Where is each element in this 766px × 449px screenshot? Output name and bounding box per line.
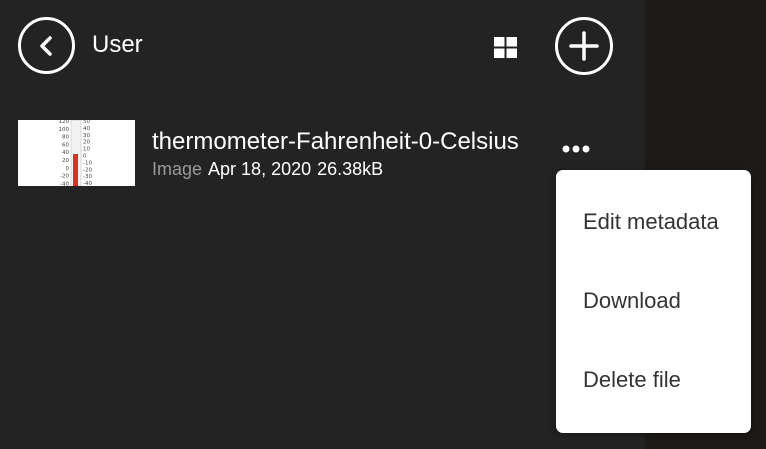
thumbnail-fahrenheit-label: 60 — [62, 142, 69, 148]
add-button[interactable] — [555, 17, 613, 75]
thumbnail-fahrenheit-label: -20 — [60, 174, 69, 180]
menu-item-delete-file[interactable]: Delete file — [556, 340, 751, 419]
back-button[interactable] — [18, 17, 75, 74]
plus-icon — [569, 31, 599, 61]
more-options-button[interactable] — [558, 137, 594, 161]
thumbnail-celsius-label: 20 — [83, 140, 90, 146]
thumbnail-fahrenheit-label: 120 — [59, 120, 70, 125]
file-list-item[interactable]: 120 100 80 60 40 20 0 -20 -40 50 40 30 20 10 0 -10 -20-… — [18, 120, 608, 186]
file-type: Image — [152, 159, 203, 179]
thumbnail-fahrenheit-label: 80 — [62, 135, 69, 141]
thumbnail-celsius-label: 10 — [83, 147, 90, 153]
thumbnail-celsius-label: 30 — [83, 133, 90, 139]
thermometer-thumbnail-image: 120100806040200-20-40 50403020100-10-20-… — [18, 120, 135, 186]
thumbnail-celsius-label: -40 — [83, 181, 92, 186]
file-size: 26.38kB — [317, 159, 384, 179]
page-title: User — [92, 31, 143, 58]
thumbnail-celsius-label: 0 — [83, 154, 87, 160]
thumbnail-celsius-label: 40 — [83, 126, 90, 132]
thumbnail-celsius-label: -20 — [83, 167, 92, 173]
file-browser-panel: User 120 100 80 60 40 20 0 -20 -40 50 40 30 20 10 0 -1… — [0, 0, 645, 449]
thumbnail-fahrenheit-label: 100 — [59, 127, 70, 133]
more-horizontal-icon — [562, 145, 590, 153]
thumbnail-celsius-label: 50 — [83, 120, 90, 125]
grid-view-icon — [494, 37, 517, 58]
thumbnail-fahrenheit-label: 0 — [66, 166, 70, 172]
menu-item-download[interactable]: Download — [556, 261, 751, 340]
file-context-menu: Edit metadata Download Delete file — [556, 170, 751, 433]
chevron-left-icon — [39, 35, 52, 56]
thumbnail-celsius-label: -30 — [83, 174, 92, 180]
file-date: Apr 18, 2020 — [208, 159, 312, 179]
file-meta: Image Apr 18, 2020 26.38kB — [152, 158, 383, 180]
thumbnail-fahrenheit-label: 40 — [62, 150, 69, 156]
file-thumbnail: 120 100 80 60 40 20 0 -20 -40 50 40 30 20 10 0 -10 -20-… — [18, 120, 135, 186]
file-name: thermometer-Fahrenheit-0-Celsius — [152, 128, 519, 155]
thumbnail-fahrenheit-label: 20 — [62, 158, 69, 164]
grid-view-button[interactable] — [494, 37, 517, 58]
thumbnail-fahrenheit-label: -40 — [60, 181, 69, 186]
thumbnail-celsius-label: -10 — [83, 160, 92, 166]
menu-item-edit-metadata[interactable]: Edit metadata — [556, 182, 751, 261]
